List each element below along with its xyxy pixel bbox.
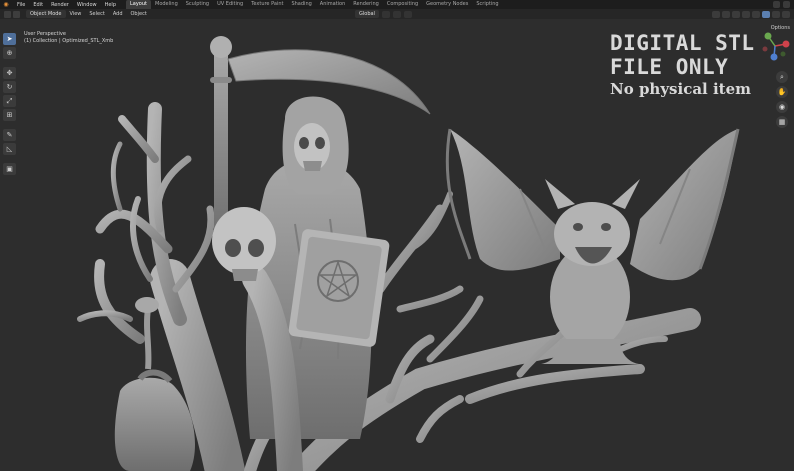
tab-animation[interactable]: Animation	[316, 0, 350, 9]
watermark-text: DIGITAL STL FILE ONLY No physical item	[610, 31, 790, 99]
add-cube-tool-icon[interactable]: ▣	[3, 163, 16, 175]
select-tool-icon[interactable]: ➤	[3, 33, 16, 45]
scene-controls	[773, 1, 790, 8]
camera-view-icon[interactable]: ◉	[776, 101, 788, 113]
scene-selector-icon[interactable]	[773, 1, 780, 8]
gizmo-icon[interactable]	[722, 10, 730, 18]
proportional-edit-icon[interactable]	[403, 10, 412, 18]
editor-type-icon[interactable]	[4, 10, 11, 18]
tool-shelf: ➤ ⊕ ✥ ↻ ⤢ ⊞ ✎ ◺ ▣	[3, 33, 16, 175]
workspace-tabs: Layout Modeling Sculpting UV Editing Tex…	[126, 0, 503, 9]
menu-window[interactable]: Window	[73, 2, 101, 8]
menu-render[interactable]: Render	[47, 2, 73, 8]
select-mode-icon[interactable]	[13, 10, 20, 18]
pentagram-book	[288, 229, 390, 347]
viewport-info: User Perspective (1) Collection | Optimi…	[24, 31, 113, 45]
3d-viewport[interactable]: User Perspective (1) Collection | Optimi…	[0, 19, 794, 471]
scale-tool-icon[interactable]: ⤢	[3, 95, 16, 107]
blender-logo-icon[interactable]: ◉	[2, 1, 10, 8]
shading-controls	[712, 10, 790, 18]
rendered-shading-icon[interactable]	[782, 10, 790, 18]
mode-dropdown[interactable]: Object Mode	[26, 10, 66, 18]
annotate-tool-icon[interactable]: ✎	[3, 129, 16, 141]
view-name: User Perspective	[24, 31, 66, 37]
tab-sculpting[interactable]: Sculpting	[182, 0, 213, 9]
editor-type-group	[4, 10, 20, 18]
tab-scripting[interactable]: Scripting	[472, 0, 502, 9]
transform-tool-icon[interactable]: ⊞	[3, 109, 16, 121]
measure-tool-icon[interactable]: ◺	[3, 143, 16, 155]
tab-geometry-nodes[interactable]: Geometry Nodes	[422, 0, 472, 9]
wireframe-shading-icon[interactable]	[752, 10, 760, 18]
snap-icon[interactable]	[392, 10, 401, 18]
orientation-dropdown[interactable]: Global	[355, 10, 379, 18]
watermark-line-1: DIGITAL STL	[610, 31, 755, 55]
perspective-toggle-icon[interactable]: ▦	[776, 116, 788, 128]
overlay-icon[interactable]	[732, 10, 740, 18]
pivot-icon[interactable]	[381, 10, 390, 18]
viewport-header: Object Mode View Select Add Object Globa…	[0, 9, 794, 19]
menu-edit[interactable]: Edit	[29, 2, 47, 8]
tab-texture-paint[interactable]: Texture Paint	[247, 0, 287, 9]
menu-add[interactable]: Add	[109, 11, 127, 17]
tab-modeling[interactable]: Modeling	[151, 0, 182, 9]
xray-icon[interactable]	[742, 10, 750, 18]
visibility-icon[interactable]	[712, 10, 720, 18]
menu-select[interactable]: Select	[85, 11, 108, 17]
tab-shading[interactable]: Shading	[287, 0, 315, 9]
tab-uv-editing[interactable]: UV Editing	[213, 0, 247, 9]
rotate-tool-icon[interactable]: ↻	[3, 81, 16, 93]
cursor-tool-icon[interactable]: ⊕	[3, 47, 16, 59]
menu-view[interactable]: View	[66, 11, 86, 17]
move-tool-icon[interactable]: ✥	[3, 67, 16, 79]
collection-info: (1) Collection | Optimized_STL_Xmb	[24, 38, 114, 44]
menu-object[interactable]: Object	[127, 11, 151, 17]
watermark-line-3: No physical item	[610, 80, 752, 98]
top-menu-bar: ◉ File Edit Render Window Help Layout Mo…	[0, 0, 794, 9]
transform-controls: Global	[355, 10, 412, 18]
material-shading-icon[interactable]	[772, 10, 780, 18]
tab-compositing[interactable]: Compositing	[383, 0, 422, 9]
solid-shading-icon[interactable]	[762, 10, 770, 18]
watermark-line-2: FILE ONLY	[610, 55, 729, 79]
tab-rendering[interactable]: Rendering	[349, 0, 383, 9]
view-layer-icon[interactable]	[783, 1, 790, 8]
menu-file[interactable]: File	[13, 2, 29, 8]
menu-help[interactable]: Help	[101, 2, 120, 8]
tab-layout[interactable]: Layout	[126, 0, 151, 9]
